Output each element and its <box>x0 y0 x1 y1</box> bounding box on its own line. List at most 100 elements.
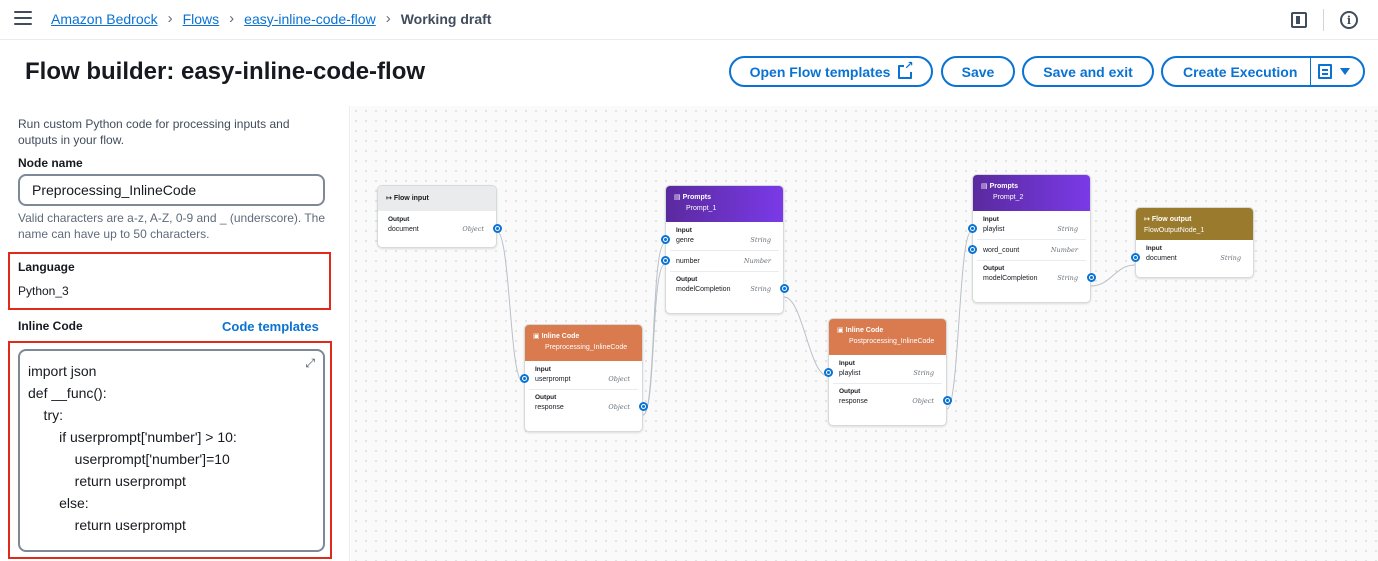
node-prompt-1[interactable]: ▤ Prompts Prompt_1 Input genre String nu… <box>661 185 789 314</box>
node-flow-output[interactable]: ↦ Flow output FlowOutputNode_1 Input doc… <box>1131 207 1254 278</box>
node-flow-input[interactable]: ↦ Flow input Output document Object <box>377 185 502 248</box>
divider <box>529 389 638 390</box>
code-line: else: <box>28 495 89 511</box>
node-field-row: modelCompletion String <box>666 283 789 295</box>
execution-dropdown[interactable] <box>1318 64 1350 79</box>
output-port[interactable] <box>1087 273 1096 282</box>
node-header: ▣ Inline Code Postprocessing_InlineCode <box>829 319 946 355</box>
flow-canvas[interactable]: ↦ Flow input Output document Object ▤ Pr… <box>351 106 1378 561</box>
field-type: String <box>1057 274 1078 282</box>
node-title: Inline Code <box>541 333 580 340</box>
node-name: Preprocessing_InlineCode <box>545 344 628 351</box>
node-title: Prompts <box>682 194 711 201</box>
node-header: ▣ Inline Code Preprocessing_InlineCode <box>525 325 642 361</box>
field-name: modelCompletion <box>676 285 731 293</box>
field-type: Object <box>462 225 484 233</box>
node-field-row: document String <box>1131 252 1253 264</box>
document-icon <box>1318 64 1332 79</box>
node-header: ↦ Flow output FlowOutputNode_1 <box>1136 208 1253 240</box>
output-port[interactable] <box>780 284 789 293</box>
field-type: Object <box>912 397 934 405</box>
input-port[interactable] <box>1131 253 1140 262</box>
section-label: Input <box>839 360 855 367</box>
output-port[interactable] <box>639 402 648 411</box>
node-prompt-2[interactable]: ▤ Prompts Prompt_2 Input playlist String… <box>968 174 1096 303</box>
inline-code-label: Inline Code <box>18 319 83 333</box>
field-name: playlist <box>983 225 1005 233</box>
save-button[interactable]: Save <box>941 56 1015 87</box>
field-type: String <box>913 369 934 377</box>
edge-code2-to-prompt2 <box>946 231 972 410</box>
code-line: import json <box>28 363 97 379</box>
panel-icon[interactable] <box>1291 12 1307 28</box>
code-icon: ▣ <box>837 327 846 334</box>
divider <box>1310 58 1311 85</box>
create-execution-button[interactable]: Create Execution <box>1161 56 1365 87</box>
field-type: Number <box>1050 246 1078 254</box>
breadcrumb-amazon-bedrock[interactable]: Amazon Bedrock <box>51 11 158 27</box>
code-line: return userprompt <box>28 473 186 489</box>
input-port[interactable] <box>520 374 529 383</box>
prompt-icon: ▤ <box>674 194 683 201</box>
field-type: String <box>1057 225 1078 233</box>
caret-down-icon <box>1340 68 1350 75</box>
page-title: Flow builder: easy-inline-code-flow <box>25 58 426 85</box>
edge-prompt2-to-output <box>1090 264 1136 287</box>
node-name: Postprocessing_InlineCode <box>849 338 935 345</box>
input-port[interactable] <box>968 245 977 254</box>
code-line: if userprompt['number'] > 10: <box>28 429 237 445</box>
field-type: Number <box>743 257 771 265</box>
node-name: FlowOutputNode_1 <box>1144 227 1205 234</box>
node-postprocessing-inline-code[interactable]: ▣ Inline Code Postprocessing_InlineCode … <box>824 318 952 426</box>
expand-icon[interactable]: ⤢ <box>305 357 315 369</box>
menu-icon[interactable] <box>14 11 32 27</box>
code-icon: ▣ <box>533 333 542 340</box>
edge-input-to-code1 <box>495 229 524 383</box>
section-label: Output <box>676 276 698 283</box>
input-port[interactable] <box>968 224 977 233</box>
chevron-right-icon: › <box>229 10 235 27</box>
inline-code-editor[interactable]: ⤢ import json def __func(): try: if user… <box>18 349 325 552</box>
node-field-row: playlist String <box>824 367 946 379</box>
node-name: Prompt_1 <box>686 205 717 212</box>
node-field-row: playlist String <box>968 223 1090 235</box>
open-flow-templates-button[interactable]: Open Flow templates <box>729 56 933 87</box>
open-flow-templates-label: Open Flow templates <box>749 63 891 80</box>
field-name: response <box>535 403 564 411</box>
save-and-exit-button[interactable]: Save and exit <box>1022 56 1154 87</box>
breadcrumb-flow[interactable]: easy-inline-code-flow <box>244 11 376 27</box>
divider <box>670 271 779 272</box>
field-type: Object <box>608 403 630 411</box>
node-preprocessing-inline-code[interactable]: ▣ Inline Code Preprocessing_InlineCode I… <box>520 324 648 432</box>
chevron-right-icon: › <box>385 10 391 27</box>
field-name: genre <box>676 236 694 244</box>
language-value: Python_3 <box>18 284 69 298</box>
code-line: def __func(): <box>28 385 107 401</box>
field-type: String <box>750 285 771 293</box>
field-type: String <box>1220 254 1241 262</box>
node-field-row: response Object <box>525 401 648 413</box>
edge-code1-to-number <box>642 263 666 416</box>
input-port[interactable] <box>661 256 670 265</box>
info-icon[interactable]: i <box>1340 11 1358 29</box>
divider <box>977 260 1086 261</box>
section-label: Input <box>983 216 999 223</box>
flow-input-icon: ↦ <box>386 195 394 202</box>
input-port[interactable] <box>661 235 670 244</box>
node-name-input[interactable]: Preprocessing_InlineCode <box>18 174 325 206</box>
node-field-row: word_count Number <box>968 244 1090 256</box>
code-templates-link[interactable]: Code templates <box>222 319 319 334</box>
panel-description: Run custom Python code for processing in… <box>18 117 290 147</box>
breadcrumb: Amazon Bedrock › Flows › easy-inline-cod… <box>51 10 491 27</box>
divider <box>670 250 779 251</box>
input-port[interactable] <box>824 368 833 377</box>
top-navigation-bar: Amazon Bedrock › Flows › easy-inline-cod… <box>0 0 1378 40</box>
output-port[interactable] <box>493 224 502 233</box>
node-header: ▤ Prompts Prompt_2 <box>973 175 1090 211</box>
code-line: try: <box>28 407 63 423</box>
field-name: userprompt <box>535 375 571 383</box>
node-field-row: userprompt Object <box>520 373 642 385</box>
output-port[interactable] <box>943 396 952 405</box>
node-name: Prompt_2 <box>993 194 1024 201</box>
breadcrumb-flows[interactable]: Flows <box>183 11 220 27</box>
